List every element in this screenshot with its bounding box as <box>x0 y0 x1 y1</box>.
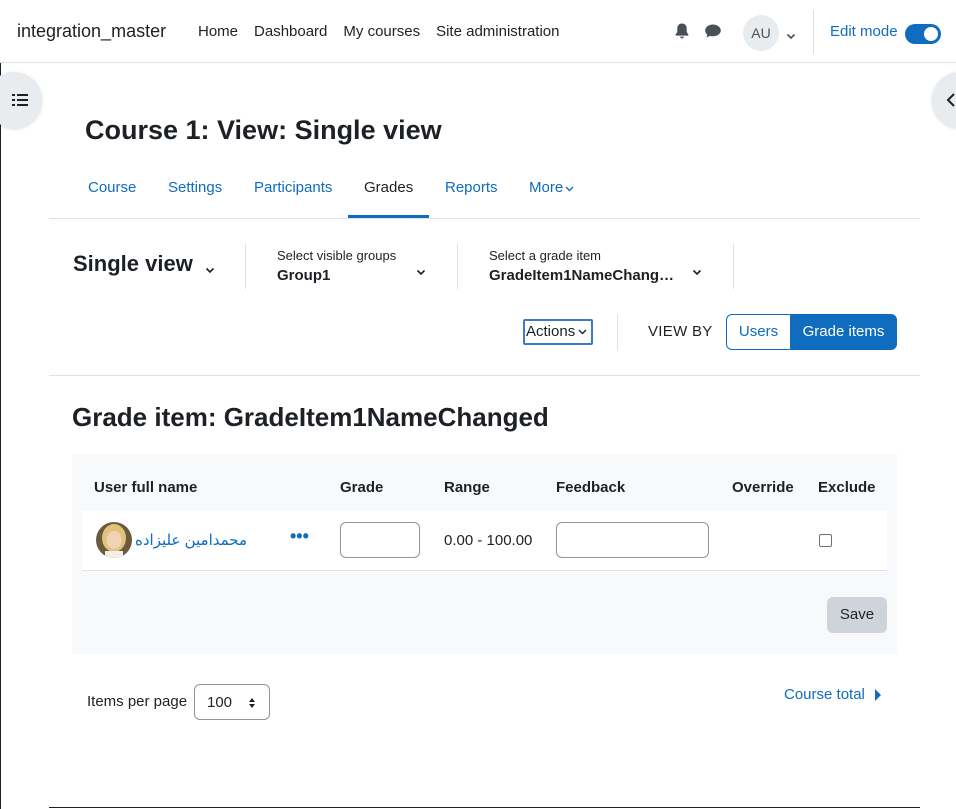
view-by-label: VIEW BY <box>648 323 713 340</box>
grade-report-selectors: Single view Select visible groups Group1… <box>49 219 920 376</box>
chevron-down-icon <box>578 329 587 335</box>
chevron-down-icon <box>565 186 574 192</box>
grade-input[interactable] <box>340 522 420 558</box>
tab-more-label: More <box>529 179 564 196</box>
caret-right-icon[interactable] <box>874 688 882 705</box>
page-title: Course 1: View: Single view <box>85 115 442 145</box>
chat-icon[interactable] <box>704 23 722 39</box>
items-per-page-label: Items per page <box>87 693 188 710</box>
user-actions-menu[interactable]: ••• <box>290 526 309 547</box>
actions-label: Actions <box>526 323 576 340</box>
column-header-feedback: Feedback <box>556 479 626 496</box>
footer-divider <box>49 807 920 808</box>
selector-divider <box>245 244 246 289</box>
tab-grades[interactable]: Grades <box>364 179 413 196</box>
chevron-down-icon[interactable] <box>205 261 215 278</box>
feedback-input[interactable] <box>556 522 709 558</box>
nav-icon-group <box>674 22 722 40</box>
save-button[interactable]: Save <box>827 597 887 633</box>
column-header-grade: Grade <box>340 479 384 496</box>
edit-mode-label[interactable]: Edit mode <box>830 23 898 40</box>
user-profile-link[interactable]: محمدامین علیزاده <box>135 531 247 549</box>
exclude-checkbox[interactable] <box>819 534 832 547</box>
nav-home-link[interactable]: Home <box>198 23 238 40</box>
tab-reports[interactable]: Reports <box>445 179 498 196</box>
chevron-down-icon[interactable] <box>692 263 702 280</box>
sort-arrows-icon <box>249 698 255 708</box>
secondary-navigation: Course Settings Participants Grades Repo… <box>49 162 920 219</box>
nav-divider <box>813 10 814 54</box>
tab-settings[interactable]: Settings <box>168 179 222 196</box>
report-selector[interactable]: Single view <box>73 251 193 277</box>
selector-divider <box>457 244 458 289</box>
grade-item-selector-label: Select a grade item <box>489 248 602 263</box>
user-avatar[interactable] <box>96 522 132 558</box>
open-course-index-button[interactable] <box>0 72 42 128</box>
course-total-link[interactable]: Course total <box>784 686 865 703</box>
tab-participants[interactable]: Participants <box>254 179 332 196</box>
active-tab-indicator <box>348 215 429 218</box>
column-header-exclude: Exclude <box>818 479 876 496</box>
items-per-page-select[interactable]: 100 <box>194 684 270 720</box>
actions-divider <box>617 314 618 351</box>
view-by-grade-items-button[interactable]: Grade items <box>790 314 897 350</box>
selector-divider <box>733 244 734 289</box>
view-by-users-button[interactable]: Users <box>726 314 791 350</box>
grades-table-panel: User full name Grade Range Feedback Over… <box>72 454 897 654</box>
edit-mode-toggle[interactable] <box>905 24 941 44</box>
nav-site-administration-link[interactable]: Site administration <box>436 23 559 40</box>
actions-dropdown-button[interactable]: Actions <box>523 319 593 345</box>
nav-my-courses-link[interactable]: My courses <box>343 23 420 40</box>
grade-item-heading: Grade item: GradeItem1NameChanged <box>72 402 549 432</box>
tab-course[interactable]: Course <box>88 179 136 196</box>
chevron-down-icon[interactable] <box>786 27 796 44</box>
group-selector[interactable]: Group1 <box>277 267 330 284</box>
items-per-page-value: 100 <box>207 694 233 711</box>
grade-range: 0.00 - 100.00 <box>444 532 533 549</box>
list-icon <box>12 94 28 106</box>
column-header-override: Override <box>732 479 794 496</box>
chevron-left-icon <box>946 93 955 107</box>
user-avatar-menu[interactable]: AU <box>743 15 779 51</box>
site-brand[interactable]: integration_master <box>17 21 166 42</box>
open-block-drawer-button[interactable] <box>932 72 956 128</box>
grade-item-selector[interactable]: GradeItem1NameChang… <box>489 267 674 284</box>
column-header-range: Range <box>444 479 490 496</box>
table-row: محمدامین علیزاده ••• 0.00 - 100.00 <box>82 511 887 571</box>
primary-navigation: Home Dashboard My courses Site administr… <box>198 23 576 40</box>
chevron-down-icon[interactable] <box>416 263 426 280</box>
tab-more[interactable]: More <box>529 179 574 196</box>
nav-dashboard-link[interactable]: Dashboard <box>254 23 327 40</box>
bell-icon[interactable] <box>674 22 690 40</box>
column-header-user: User full name <box>94 479 198 496</box>
group-selector-label: Select visible groups <box>277 248 397 263</box>
top-navbar: integration_master Home Dashboard My cou… <box>0 0 956 63</box>
